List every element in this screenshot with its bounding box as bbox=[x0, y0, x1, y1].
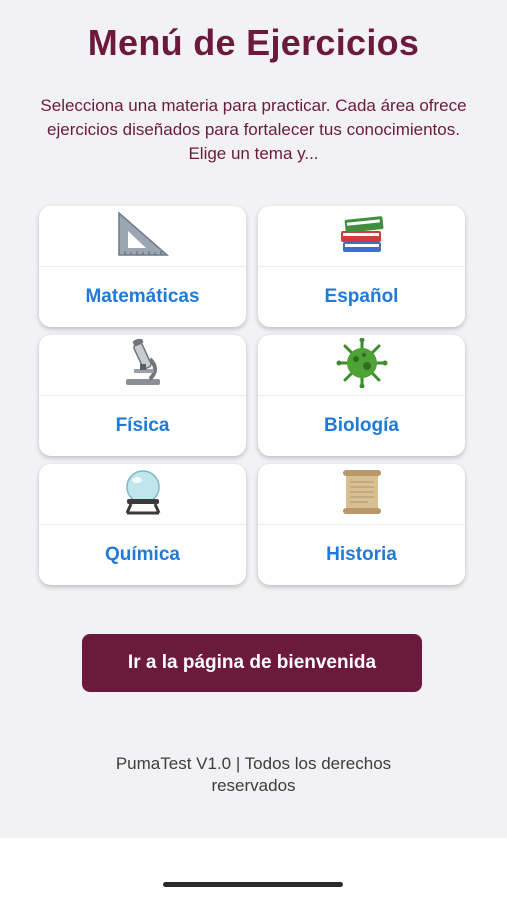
home-indicator[interactable] bbox=[163, 882, 343, 887]
bottom-safe-area bbox=[0, 838, 507, 900]
books-icon bbox=[337, 212, 387, 261]
subject-label: Español bbox=[324, 285, 399, 307]
crystal-ball-icon bbox=[119, 469, 167, 520]
subject-card-historia[interactable]: Historia bbox=[258, 464, 465, 585]
subject-card-fisica[interactable]: Física bbox=[39, 335, 246, 456]
microscope-icon bbox=[120, 337, 166, 392]
subject-label: Física bbox=[115, 414, 170, 436]
welcome-page-button[interactable]: Ir a la página de bienvenida bbox=[82, 634, 422, 692]
page-title: Menú de Ejercicios bbox=[87, 22, 420, 63]
subject-grid: Matemáticas Español Física Biología Quím… bbox=[39, 206, 465, 585]
subject-label: Matemáticas bbox=[85, 285, 200, 307]
subject-label: Química bbox=[105, 543, 180, 565]
footer-text: PumaTest V1.0 | Todos los derechos reser… bbox=[115, 754, 392, 795]
subject-label: Historia bbox=[326, 543, 397, 565]
subject-label: Biología bbox=[324, 414, 399, 436]
subject-card-quimica[interactable]: Química bbox=[39, 464, 246, 585]
scroll-icon bbox=[338, 468, 386, 521]
subject-card-matematicas[interactable]: Matemáticas bbox=[39, 206, 246, 327]
set-square-icon bbox=[115, 210, 171, 262]
microbe-icon bbox=[336, 337, 388, 393]
subject-card-biologia[interactable]: Biología bbox=[258, 335, 465, 456]
subject-card-espanol[interactable]: Español bbox=[258, 206, 465, 327]
page-description: Selecciona una materia para practicar. C… bbox=[40, 96, 467, 163]
